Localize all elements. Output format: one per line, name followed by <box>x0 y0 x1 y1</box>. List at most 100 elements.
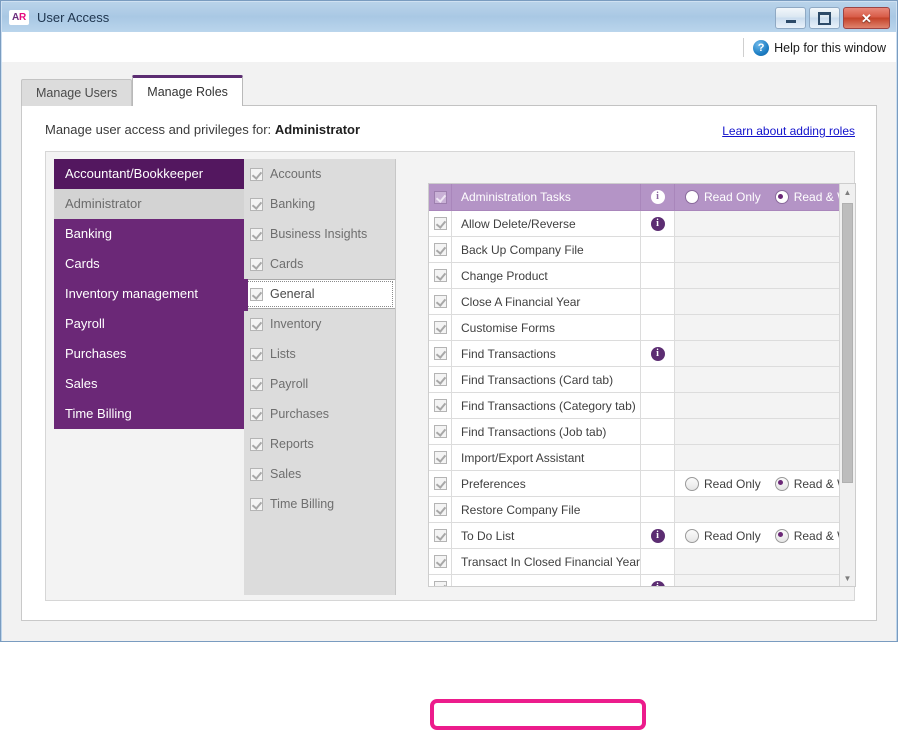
task-label: Change Product <box>452 263 641 288</box>
task-checkbox[interactable] <box>433 425 447 438</box>
window-body: Manage Users Manage Roles Manage user ac… <box>2 62 896 730</box>
help-for-this-window-link[interactable]: ? Help for this window <box>743 38 886 57</box>
task-checkbox[interactable] <box>433 373 447 386</box>
task-label: Close A Financial Year <box>452 289 641 314</box>
category-checkbox[interactable] <box>250 467 263 481</box>
task-checkbox-cell[interactable] <box>429 497 452 522</box>
task-checkbox-cell[interactable] <box>429 523 452 548</box>
category-checkbox[interactable] <box>250 377 263 391</box>
category-checkbox[interactable] <box>250 167 263 181</box>
radio-button-icon[interactable] <box>685 190 699 204</box>
info-icon[interactable]: i <box>650 580 665 586</box>
task-checkbox-cell[interactable] <box>429 341 452 366</box>
role-item[interactable]: Accountant/Bookkeeper <box>54 159 244 189</box>
category-item[interactable]: Purchases <box>244 399 395 429</box>
category-checkbox[interactable] <box>250 197 263 211</box>
task-checkbox[interactable] <box>433 295 447 308</box>
category-checkbox[interactable] <box>250 347 263 361</box>
role-item[interactable]: Purchases <box>54 339 244 369</box>
tab-manage-roles[interactable]: Manage Roles <box>132 75 243 106</box>
radio-read-only[interactable]: Read Only <box>685 476 761 491</box>
task-checkbox[interactable] <box>433 451 447 464</box>
category-item[interactable]: Lists <box>244 339 395 369</box>
task-checkbox[interactable] <box>433 190 447 204</box>
category-checkbox[interactable] <box>250 437 263 451</box>
task-checkbox[interactable] <box>433 399 447 412</box>
learn-about-adding-roles-link[interactable]: Learn about adding roles <box>722 124 855 138</box>
task-checkbox-cell[interactable] <box>429 445 452 470</box>
scroll-down-arrow-icon[interactable]: ▼ <box>840 570 855 586</box>
scroll-up-arrow-icon[interactable]: ▲ <box>840 184 855 200</box>
scrollbar-thumb[interactable] <box>842 203 853 483</box>
task-checkbox-cell[interactable] <box>429 315 452 340</box>
category-item[interactable]: Cards <box>244 249 395 279</box>
task-label: Find Transactions (Category tab) <box>452 393 641 418</box>
category-checkbox[interactable] <box>250 317 263 331</box>
task-checkbox[interactable] <box>433 555 447 568</box>
task-checkbox[interactable] <box>433 529 447 542</box>
task-checkbox-cell[interactable] <box>429 184 452 210</box>
task-checkbox-cell[interactable] <box>429 549 452 574</box>
category-label: Purchases <box>270 407 330 421</box>
category-checkbox[interactable] <box>250 227 263 241</box>
role-item[interactable]: Time Billing <box>54 399 244 429</box>
category-item[interactable]: General <box>244 279 395 311</box>
radio-button-icon[interactable] <box>685 476 699 491</box>
info-icon[interactable]: i <box>650 216 665 231</box>
task-label <box>452 575 641 586</box>
info-icon[interactable]: i <box>650 346 665 361</box>
role-item[interactable]: Banking <box>54 219 244 249</box>
tab-manage-users[interactable]: Manage Users <box>21 79 133 106</box>
radio-read-only[interactable]: Read Only <box>685 190 761 204</box>
category-item[interactable]: Inventory <box>244 309 395 339</box>
category-item[interactable]: Payroll <box>244 369 395 399</box>
category-item[interactable]: Time Billing <box>244 489 395 519</box>
role-item[interactable]: Cards <box>54 249 244 279</box>
task-checkbox-cell[interactable] <box>429 237 452 262</box>
maximize-button[interactable] <box>809 7 840 29</box>
task-checkbox-cell[interactable] <box>429 211 452 236</box>
category-checkbox[interactable] <box>250 287 263 301</box>
task-checkbox[interactable] <box>433 321 447 334</box>
category-checkbox[interactable] <box>250 257 263 271</box>
task-info-cell: i <box>641 341 675 366</box>
category-item[interactable]: Sales <box>244 459 395 489</box>
category-item[interactable]: Reports <box>244 429 395 459</box>
category-checkbox[interactable] <box>250 407 263 421</box>
role-item[interactable]: Sales <box>54 369 244 399</box>
category-item[interactable]: Business Insights <box>244 219 395 249</box>
minimize-button[interactable] <box>775 7 806 29</box>
role-item[interactable]: Administrator <box>54 189 244 219</box>
category-item[interactable]: Accounts <box>244 159 395 189</box>
task-checkbox[interactable] <box>433 477 447 490</box>
task-checkbox[interactable] <box>433 503 447 516</box>
radio-read-only[interactable]: Read Only <box>685 528 761 543</box>
task-checkbox[interactable] <box>433 581 447 586</box>
task-checkbox-cell[interactable] <box>429 263 452 288</box>
task-row: Import/Export Assistant <box>429 445 855 471</box>
radio-button-icon[interactable] <box>774 476 789 491</box>
radio-button-icon[interactable] <box>774 528 789 543</box>
task-checkbox-cell[interactable] <box>429 367 452 392</box>
task-row: Change Product <box>429 263 855 289</box>
category-label: General <box>270 287 315 301</box>
info-icon[interactable]: i <box>650 190 665 204</box>
category-item[interactable]: Banking <box>244 189 395 219</box>
category-checkbox[interactable] <box>250 497 263 511</box>
task-checkbox[interactable] <box>433 243 447 256</box>
task-checkbox[interactable] <box>433 217 447 230</box>
task-checkbox[interactable] <box>433 269 447 282</box>
close-button[interactable]: ✕ <box>843 7 890 29</box>
task-checkbox[interactable] <box>433 347 447 360</box>
task-checkbox-cell[interactable] <box>429 393 452 418</box>
role-item[interactable]: Inventory management <box>54 279 244 309</box>
radio-button-icon[interactable] <box>685 528 699 543</box>
task-checkbox-cell[interactable] <box>429 575 452 586</box>
role-item[interactable]: Payroll <box>54 309 244 339</box>
radio-button-icon[interactable] <box>774 190 789 204</box>
task-checkbox-cell[interactable] <box>429 419 452 444</box>
task-checkbox-cell[interactable] <box>429 471 452 496</box>
info-icon[interactable]: i <box>650 528 665 543</box>
tasks-scrollbar[interactable]: ▲ ▼ <box>839 184 855 586</box>
task-checkbox-cell[interactable] <box>429 289 452 314</box>
